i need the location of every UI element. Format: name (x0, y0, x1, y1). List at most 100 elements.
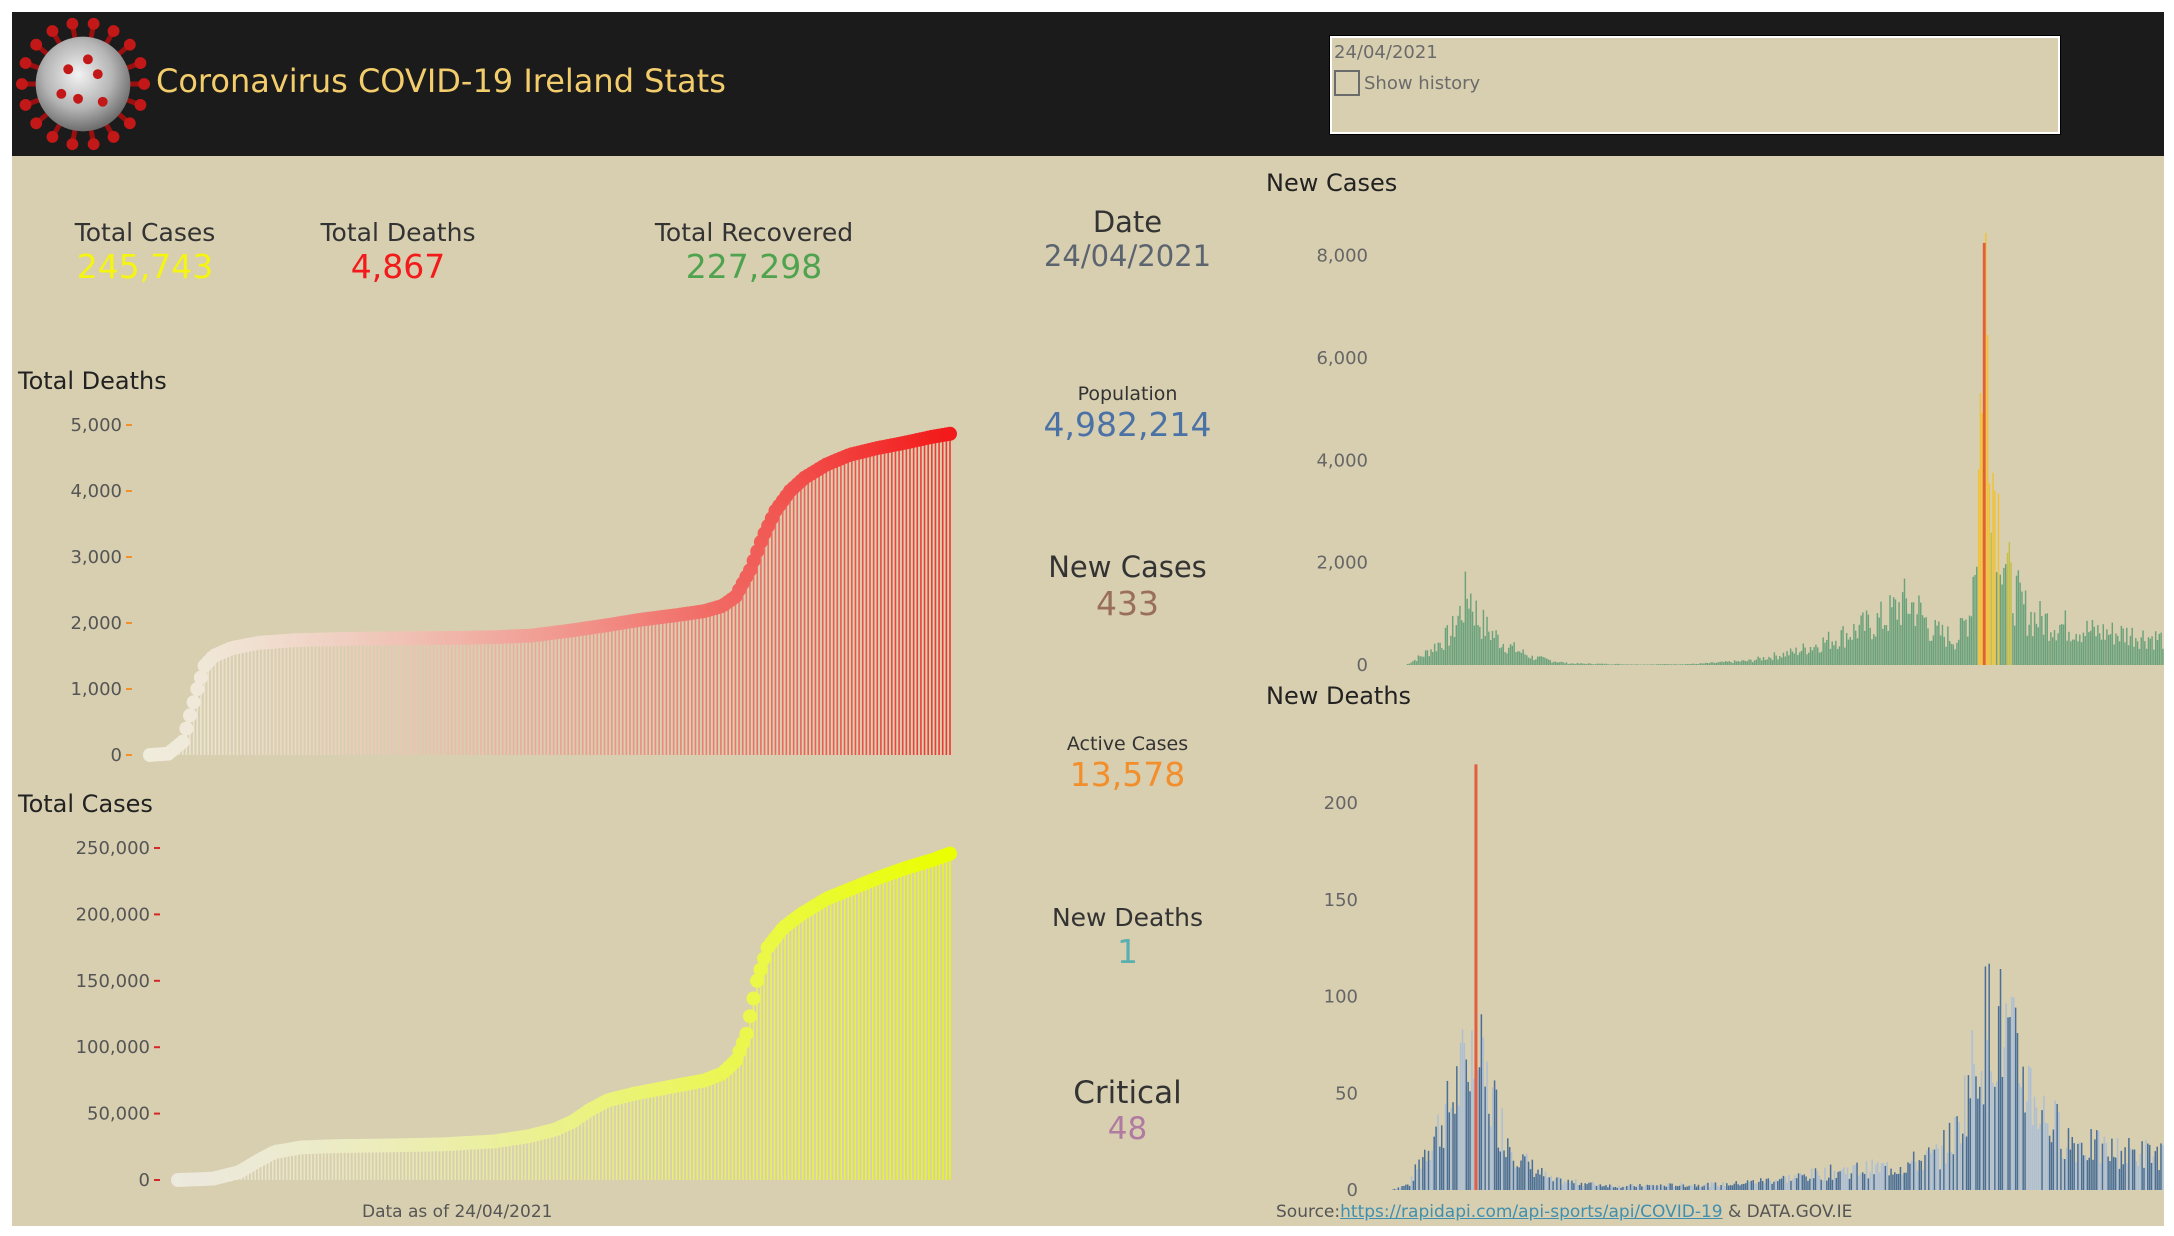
daily-bar (1988, 483, 1991, 665)
virus-spike-tip (134, 57, 147, 70)
daily-bar (2024, 590, 2027, 665)
daily-bar (1423, 656, 1425, 665)
daily-bar (1408, 1185, 1411, 1190)
show-history-row[interactable]: Show history (1334, 70, 1480, 96)
daily-bar (1880, 601, 1882, 665)
daily-bar (2065, 1147, 2068, 1190)
daily-bar (1715, 662, 1718, 665)
daily-bar (1688, 664, 1691, 665)
daily-bar (1625, 664, 1627, 665)
daily-bar (1531, 655, 1533, 665)
daily-bar (1546, 1177, 1549, 1190)
daily-bar (1410, 662, 1412, 665)
virus-spike-tip (87, 17, 100, 30)
daily-bar (1567, 1179, 1569, 1190)
daily-bar (1981, 412, 1983, 665)
daily-bar (1995, 572, 1998, 665)
kpi-new-deaths-label: New Deaths (1051, 903, 1204, 932)
daily-bar (1755, 659, 1758, 665)
daily-bar (1616, 1187, 1619, 1190)
filter-date-value[interactable]: 24/04/2021 (1334, 42, 1438, 63)
daily-bar (1860, 615, 1862, 665)
daily-bar (1744, 1183, 1747, 1190)
daily-bar (2008, 541, 2011, 665)
highlight-bar (1982, 242, 1986, 665)
daily-bar (1531, 1159, 1534, 1190)
daily-bar (1507, 1138, 1509, 1190)
virus-spike-tip (123, 38, 136, 51)
daily-bar (1922, 1170, 1924, 1190)
daily-bar (1540, 656, 1542, 665)
daily-bar (2037, 627, 2039, 665)
daily-bar (1977, 1098, 1979, 1190)
daily-bar (1965, 1136, 1968, 1190)
daily-bar (1437, 642, 1439, 665)
daily-bar (2090, 1129, 2092, 1190)
daily-bar (1733, 1183, 1736, 1190)
daily-bar (2058, 1112, 2060, 1190)
daily-bar (1797, 1173, 1800, 1190)
daily-bar (1714, 1182, 1717, 1190)
daily-bar (1849, 637, 1852, 665)
daily-bar (1659, 664, 1662, 665)
daily-bar (1869, 1172, 1872, 1190)
daily-bar (1710, 1182, 1713, 1190)
daily-bar (2097, 625, 2099, 665)
daily-bar (1405, 1184, 1407, 1190)
daily-bar (1433, 643, 1436, 665)
daily-bar (2137, 1166, 2140, 1190)
daily-bar (2011, 996, 2013, 1190)
daily-bar (1597, 1184, 1600, 1190)
daily-bar (1569, 1182, 1571, 1190)
daily-bar (1759, 657, 1761, 665)
daily-bar (1847, 639, 1850, 665)
daily-bar (1968, 615, 1971, 665)
daily-bar (2082, 632, 2085, 665)
daily-bar (1896, 619, 1898, 665)
daily-bar (1822, 1180, 1824, 1190)
daily-bar (1977, 469, 1980, 665)
daily-bar (1835, 640, 1837, 665)
daily-bar (1656, 1185, 1658, 1190)
daily-bar (1420, 1168, 1422, 1190)
daily-bar (1674, 663, 1676, 665)
daily-bar (2122, 628, 2124, 665)
daily-bar (1454, 1113, 1456, 1190)
daily-bar (2077, 641, 2079, 665)
daily-bar (2012, 613, 2014, 665)
daily-bar (1905, 1172, 1907, 1190)
daily-bar (1505, 1157, 1507, 1190)
daily-bar (2062, 624, 2065, 665)
daily-bar (1593, 1184, 1596, 1190)
daily-bar (2094, 1139, 2096, 1190)
daily-bar (1635, 1186, 1637, 1190)
daily-bar (1941, 624, 1944, 665)
daily-bar (1971, 1030, 1973, 1190)
daily-bar (2057, 633, 2059, 665)
source-link[interactable]: https://rapidapi.com/api-sports/api/COVI… (1340, 1202, 1722, 1222)
total-deaths-chart-title: Total Deaths (18, 367, 167, 395)
daily-bar (1542, 1176, 1545, 1190)
daily-bar (1842, 626, 1844, 665)
daily-bar (1806, 654, 1808, 665)
daily-bar (1656, 664, 1658, 665)
daily-bar (1839, 1171, 1841, 1190)
daily-bar (1907, 613, 1909, 665)
daily-bar (2028, 1065, 2030, 1190)
daily-bar (1710, 662, 1712, 665)
show-history-checkbox[interactable] (1334, 70, 1360, 96)
daily-bar (1751, 662, 1754, 665)
daily-bar (1548, 1177, 1551, 1190)
daily-bar (1549, 660, 1552, 665)
daily-bar (1938, 621, 1940, 665)
kpi-total-recovered: Total Recovered 227,298 (634, 218, 874, 286)
daily-bar (2107, 634, 2110, 665)
daily-bar (1929, 1152, 1932, 1190)
daily-bar (1723, 662, 1725, 665)
y-tick-label: 100 (1324, 987, 1358, 1008)
virus-surface-dot (83, 54, 93, 65)
daily-bar (1709, 1186, 1711, 1190)
daily-bar (1482, 609, 1485, 665)
daily-bar (2153, 649, 2155, 665)
kpi-new-deaths: New Deaths 1 (1030, 903, 1225, 971)
